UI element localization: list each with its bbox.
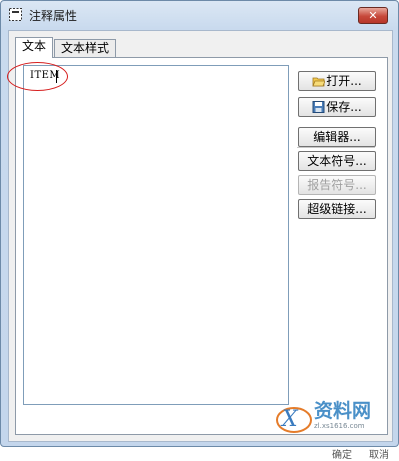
hyperlink-button[interactable]: 超级链接...	[298, 199, 376, 219]
watermark-url: zl.xs1616.com	[314, 422, 365, 430]
text-symbol-button[interactable]: 文本符号...	[298, 151, 376, 171]
annotation-text-editor[interactable]: ITEM	[7, 62, 289, 405]
save-button[interactable]: 保存...	[298, 97, 376, 117]
title-bar[interactable]: 注释属性 ✕	[1, 1, 398, 29]
tab-text[interactable]: 文本	[15, 37, 54, 58]
watermark-icon: X	[276, 407, 312, 433]
cancel-button-partial[interactable]: 取消	[369, 446, 389, 461]
watermark-logo: X 资料网 zl.xs1616.com	[274, 394, 384, 438]
dialog-window: 注释属性 ✕ 文本 文本样式 ITEM 打开... 保存... 编辑器... 文…	[0, 0, 399, 461]
tab-panel-text: ITEM 打开... 保存... 编辑器... 文本符号... 报告符号... …	[7, 57, 388, 435]
open-button-label: 打开...	[326, 74, 362, 88]
svg-text:X: X	[280, 407, 299, 432]
tab-text-style[interactable]: 文本样式	[54, 39, 117, 57]
watermark-brand: 资料网	[314, 400, 372, 422]
button-separator	[297, 147, 375, 148]
open-button[interactable]: 打开...	[298, 71, 376, 91]
report-symbol-button: 报告符号...	[298, 175, 376, 195]
open-folder-icon	[312, 77, 326, 87]
ok-button-partial[interactable]: 确定	[332, 446, 352, 461]
highlight-ellipse	[7, 62, 68, 91]
dialog-title: 注释属性	[29, 9, 78, 23]
editor-button[interactable]: 编辑器...	[298, 127, 376, 147]
save-button-label: 保存...	[326, 100, 362, 114]
dialog-body: 文本 文本样式 ITEM 打开... 保存... 编辑器... 文本符号... …	[7, 30, 393, 461]
save-disk-icon	[312, 101, 325, 113]
dialog-icon	[9, 8, 22, 21]
close-button[interactable]: ✕	[358, 7, 388, 24]
